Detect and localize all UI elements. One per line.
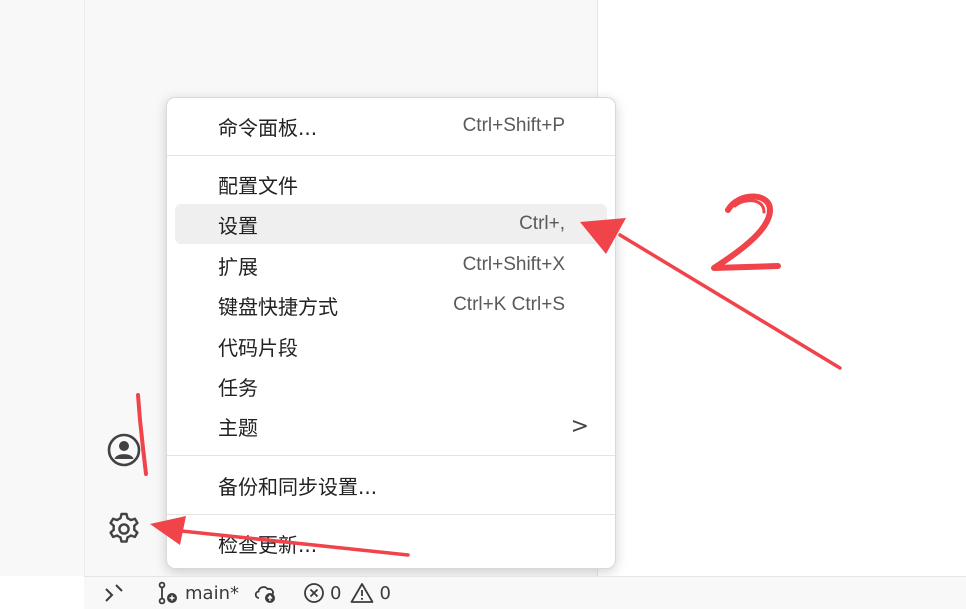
- menu-item-label: 任务: [218, 375, 258, 400]
- menu-item-label: 备份和同步设置...: [218, 474, 378, 499]
- menu-item-label: 扩展: [218, 254, 258, 279]
- manage-context-menu: 命令面板... Ctrl+Shift+P 配置文件 设置 Ctrl+, 扩展 C…: [166, 97, 616, 569]
- menu-item-shortcut: Ctrl+Shift+P: [462, 115, 565, 136]
- menu-item-label: 检查更新...: [218, 532, 318, 557]
- menu-item-backup-sync[interactable]: 备份和同步设置...: [175, 465, 607, 505]
- menu-item-label: 设置: [218, 213, 258, 238]
- menu-item-shortcut: Ctrl+Shift+X: [462, 254, 565, 275]
- error-icon: [304, 583, 324, 603]
- chevron-right-icon: >: [570, 413, 589, 439]
- branch-name: main*: [185, 582, 239, 604]
- editor-area: [598, 0, 966, 576]
- git-branch-icon: [158, 581, 177, 605]
- menu-item-themes[interactable]: 主题 >: [175, 406, 607, 446]
- cloud-sync-icon[interactable]: [253, 582, 279, 604]
- menu-item-profiles[interactable]: 配置文件: [175, 164, 607, 204]
- menu-item-label: 命令面板...: [218, 115, 318, 140]
- menu-item-tasks[interactable]: 任务: [175, 366, 607, 406]
- warning-icon: [351, 583, 374, 603]
- menu-separator: [167, 514, 615, 515]
- menu-item-label: 代码片段: [218, 335, 298, 360]
- manage-gear-icon[interactable]: [104, 509, 144, 549]
- menu-item-settings[interactable]: 设置 Ctrl+,: [175, 204, 607, 244]
- menu-item-check-updates[interactable]: 检查更新...: [175, 523, 607, 563]
- activity-bar: [0, 0, 166, 576]
- menu-item-shortcut: Ctrl+K Ctrl+S: [453, 294, 565, 315]
- menu-item-label: 配置文件: [218, 173, 298, 198]
- problems-indicator[interactable]: 0 0: [303, 582, 391, 604]
- account-icon[interactable]: [104, 430, 144, 470]
- menu-item-shortcut: Ctrl+,: [519, 213, 565, 234]
- status-bar-edge: [0, 576, 84, 609]
- activity-bar-divider: [84, 0, 85, 576]
- remote-indicator-icon[interactable]: [104, 583, 126, 603]
- menu-item-label: 主题: [218, 415, 258, 440]
- menu-separator: [167, 455, 615, 456]
- menu-item-keyboard-shortcuts[interactable]: 键盘快捷方式 Ctrl+K Ctrl+S: [175, 285, 607, 325]
- menu-separator: [167, 155, 615, 156]
- status-bar: main* 0 0: [84, 576, 966, 609]
- menu-item-label: 键盘快捷方式: [218, 294, 338, 319]
- menu-item-extensions[interactable]: 扩展 Ctrl+Shift+X: [175, 245, 607, 285]
- branch-indicator[interactable]: main*: [156, 581, 239, 605]
- warning-count: 0: [379, 582, 391, 604]
- menu-item-command-palette[interactable]: 命令面板... Ctrl+Shift+P: [175, 106, 607, 146]
- menu-item-snippets[interactable]: 代码片段: [175, 326, 607, 366]
- error-count: 0: [329, 582, 342, 604]
